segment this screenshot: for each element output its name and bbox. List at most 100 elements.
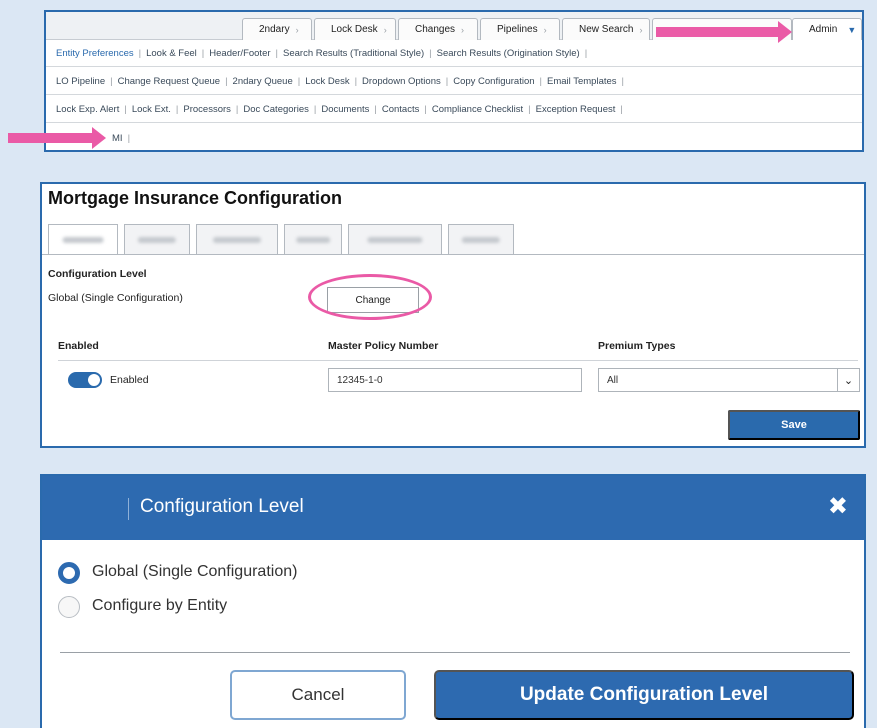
link-email-templates[interactable]: Email Templates — [547, 76, 617, 87]
tab-label: New Search — [579, 24, 634, 35]
configuration-level-modal: Configuration Level ✖ Global (Single Con… — [40, 474, 866, 728]
radio-label-global[interactable]: Global (Single Configuration) — [92, 563, 297, 581]
link-change-request-queue[interactable]: Change Request Queue — [118, 76, 220, 87]
tab-provider-6[interactable] — [448, 224, 514, 254]
blurred-label — [461, 236, 501, 243]
master-policy-value: 12345-1-0 — [337, 374, 383, 386]
modal-header: Configuration Level ✖ — [42, 476, 864, 540]
link-look-feel[interactable]: Look & Feel — [146, 48, 197, 59]
admin-links-row-1: Entity Preferences | Look & Feel | Header/… — [46, 41, 862, 67]
tab-pipelines[interactable]: Pipelines › — [480, 18, 560, 40]
column-header-master-policy: Master Policy Number — [328, 340, 439, 352]
radio-global[interactable] — [58, 562, 80, 584]
config-level-heading: Configuration Level — [48, 268, 147, 280]
chevron-right-icon: › — [295, 24, 299, 35]
link-lock-exp-alert[interactable]: Lock Exp. Alert — [56, 104, 119, 115]
chevron-right-icon: › — [543, 24, 547, 35]
close-icon[interactable]: ✖ — [828, 492, 848, 521]
highlight-oval — [308, 274, 432, 320]
separator: | — [374, 104, 377, 115]
blurred-label — [62, 236, 104, 243]
blurred-label — [137, 236, 177, 243]
premium-types-value: All — [607, 374, 619, 386]
column-header-premium-types: Premium Types — [598, 340, 676, 352]
tab-provider-1[interactable] — [48, 224, 118, 254]
master-policy-input[interactable]: 12345-1-0 — [328, 368, 582, 392]
toggle-label: Enabled — [110, 374, 149, 386]
chevron-down-icon: ⌄ — [837, 369, 859, 391]
blurred-label — [296, 236, 330, 243]
radio-label-by-entity[interactable]: Configure by Entity — [92, 597, 227, 615]
header-divider — [58, 360, 858, 361]
separator: | — [539, 76, 542, 87]
link-lock-ext[interactable]: Lock Ext. — [132, 104, 171, 115]
chevron-right-icon: › — [461, 24, 465, 35]
separator: | — [201, 48, 205, 59]
tab-2ndary[interactable]: 2ndary › — [242, 18, 312, 40]
separator: | — [175, 104, 179, 115]
link-documents[interactable]: Documents — [321, 104, 369, 115]
link-header-footer[interactable]: Header/Footer — [209, 48, 270, 59]
separator: | — [620, 104, 623, 115]
column-header-enabled: Enabled — [58, 340, 99, 352]
modal-divider — [60, 652, 850, 653]
separator: | — [313, 104, 317, 115]
separator: | — [621, 76, 624, 87]
separator: | — [528, 104, 531, 115]
tab-provider-5[interactable] — [348, 224, 442, 254]
blurred-label — [213, 236, 261, 243]
enabled-toggle[interactable] — [68, 372, 102, 388]
tab-provider-2[interactable] — [124, 224, 190, 254]
separator: | — [429, 48, 432, 59]
admin-links-row-3: Lock Exp. Alert | Lock Ext. | Processors | … — [46, 97, 862, 123]
admin-links-row-2: LO Pipeline | Change Request Queue | 2ndar… — [46, 69, 862, 95]
separator: | — [235, 104, 239, 115]
link-exception-request[interactable]: Exception Request — [536, 104, 616, 115]
save-button[interactable]: Save — [728, 410, 860, 440]
link-doc-categories[interactable]: Doc Categories — [243, 104, 308, 115]
highlight-arrow-admin — [656, 21, 792, 43]
tab-underline — [42, 254, 864, 255]
mortgage-insurance-config-panel: Mortgage Insurance Configuration Configu… — [40, 182, 866, 448]
separator: | — [424, 104, 427, 115]
separator: | — [354, 76, 358, 87]
chevron-right-icon: › — [383, 24, 387, 35]
tab-provider-3[interactable] — [196, 224, 278, 254]
radio-by-entity[interactable] — [58, 596, 80, 618]
tab-label: Pipelines — [497, 24, 538, 35]
link-contacts[interactable]: Contacts — [382, 104, 420, 115]
link-lo-pipeline[interactable]: LO Pipeline — [56, 76, 105, 87]
link-dropdown-options[interactable]: Dropdown Options — [362, 76, 441, 87]
separator: | — [124, 104, 127, 115]
tab-admin[interactable]: Admin ▼ — [792, 18, 862, 40]
link-copy-configuration[interactable]: Copy Configuration — [453, 76, 534, 87]
link-entity-preferences[interactable]: Entity Preferences — [56, 48, 134, 59]
separator: | — [225, 76, 228, 87]
link-lock-desk[interactable]: Lock Desk — [305, 76, 349, 87]
chevron-down-icon: ▼ — [847, 24, 857, 35]
tab-changes[interactable]: Changes › — [398, 18, 478, 40]
tab-label: Changes — [415, 24, 456, 35]
tab-label: Admin — [809, 24, 838, 35]
modal-title: Configuration Level — [128, 496, 304, 520]
page-title: Mortgage Insurance Configuration — [48, 188, 343, 208]
link-2ndary-queue[interactable]: 2ndary Queue — [233, 76, 293, 87]
separator: | — [445, 76, 449, 87]
tab-lock-desk[interactable]: Lock Desk › — [314, 18, 396, 40]
link-mi[interactable]: MI — [112, 133, 123, 144]
separator: | — [584, 48, 588, 59]
link-processors[interactable]: Processors — [183, 104, 231, 115]
premium-types-select[interactable]: All ⌄ — [598, 368, 860, 392]
update-configuration-level-button[interactable]: Update Configuration Level — [434, 670, 854, 720]
separator: | — [138, 48, 142, 59]
tab-label: Lock Desk — [331, 24, 378, 35]
cancel-button[interactable]: Cancel — [230, 670, 406, 720]
tab-label: 2ndary — [259, 24, 290, 35]
link-search-results-origination[interactable]: Search Results (Origination Style) — [437, 48, 580, 59]
tab-provider-4[interactable] — [284, 224, 342, 254]
tab-new-search[interactable]: New Search › — [562, 18, 650, 40]
admin-links-row-4: MI | — [46, 125, 862, 151]
link-search-results-traditional[interactable]: Search Results (Traditional Style) — [283, 48, 424, 59]
link-compliance-checklist[interactable]: Compliance Checklist — [432, 104, 523, 115]
separator: | — [127, 132, 131, 144]
